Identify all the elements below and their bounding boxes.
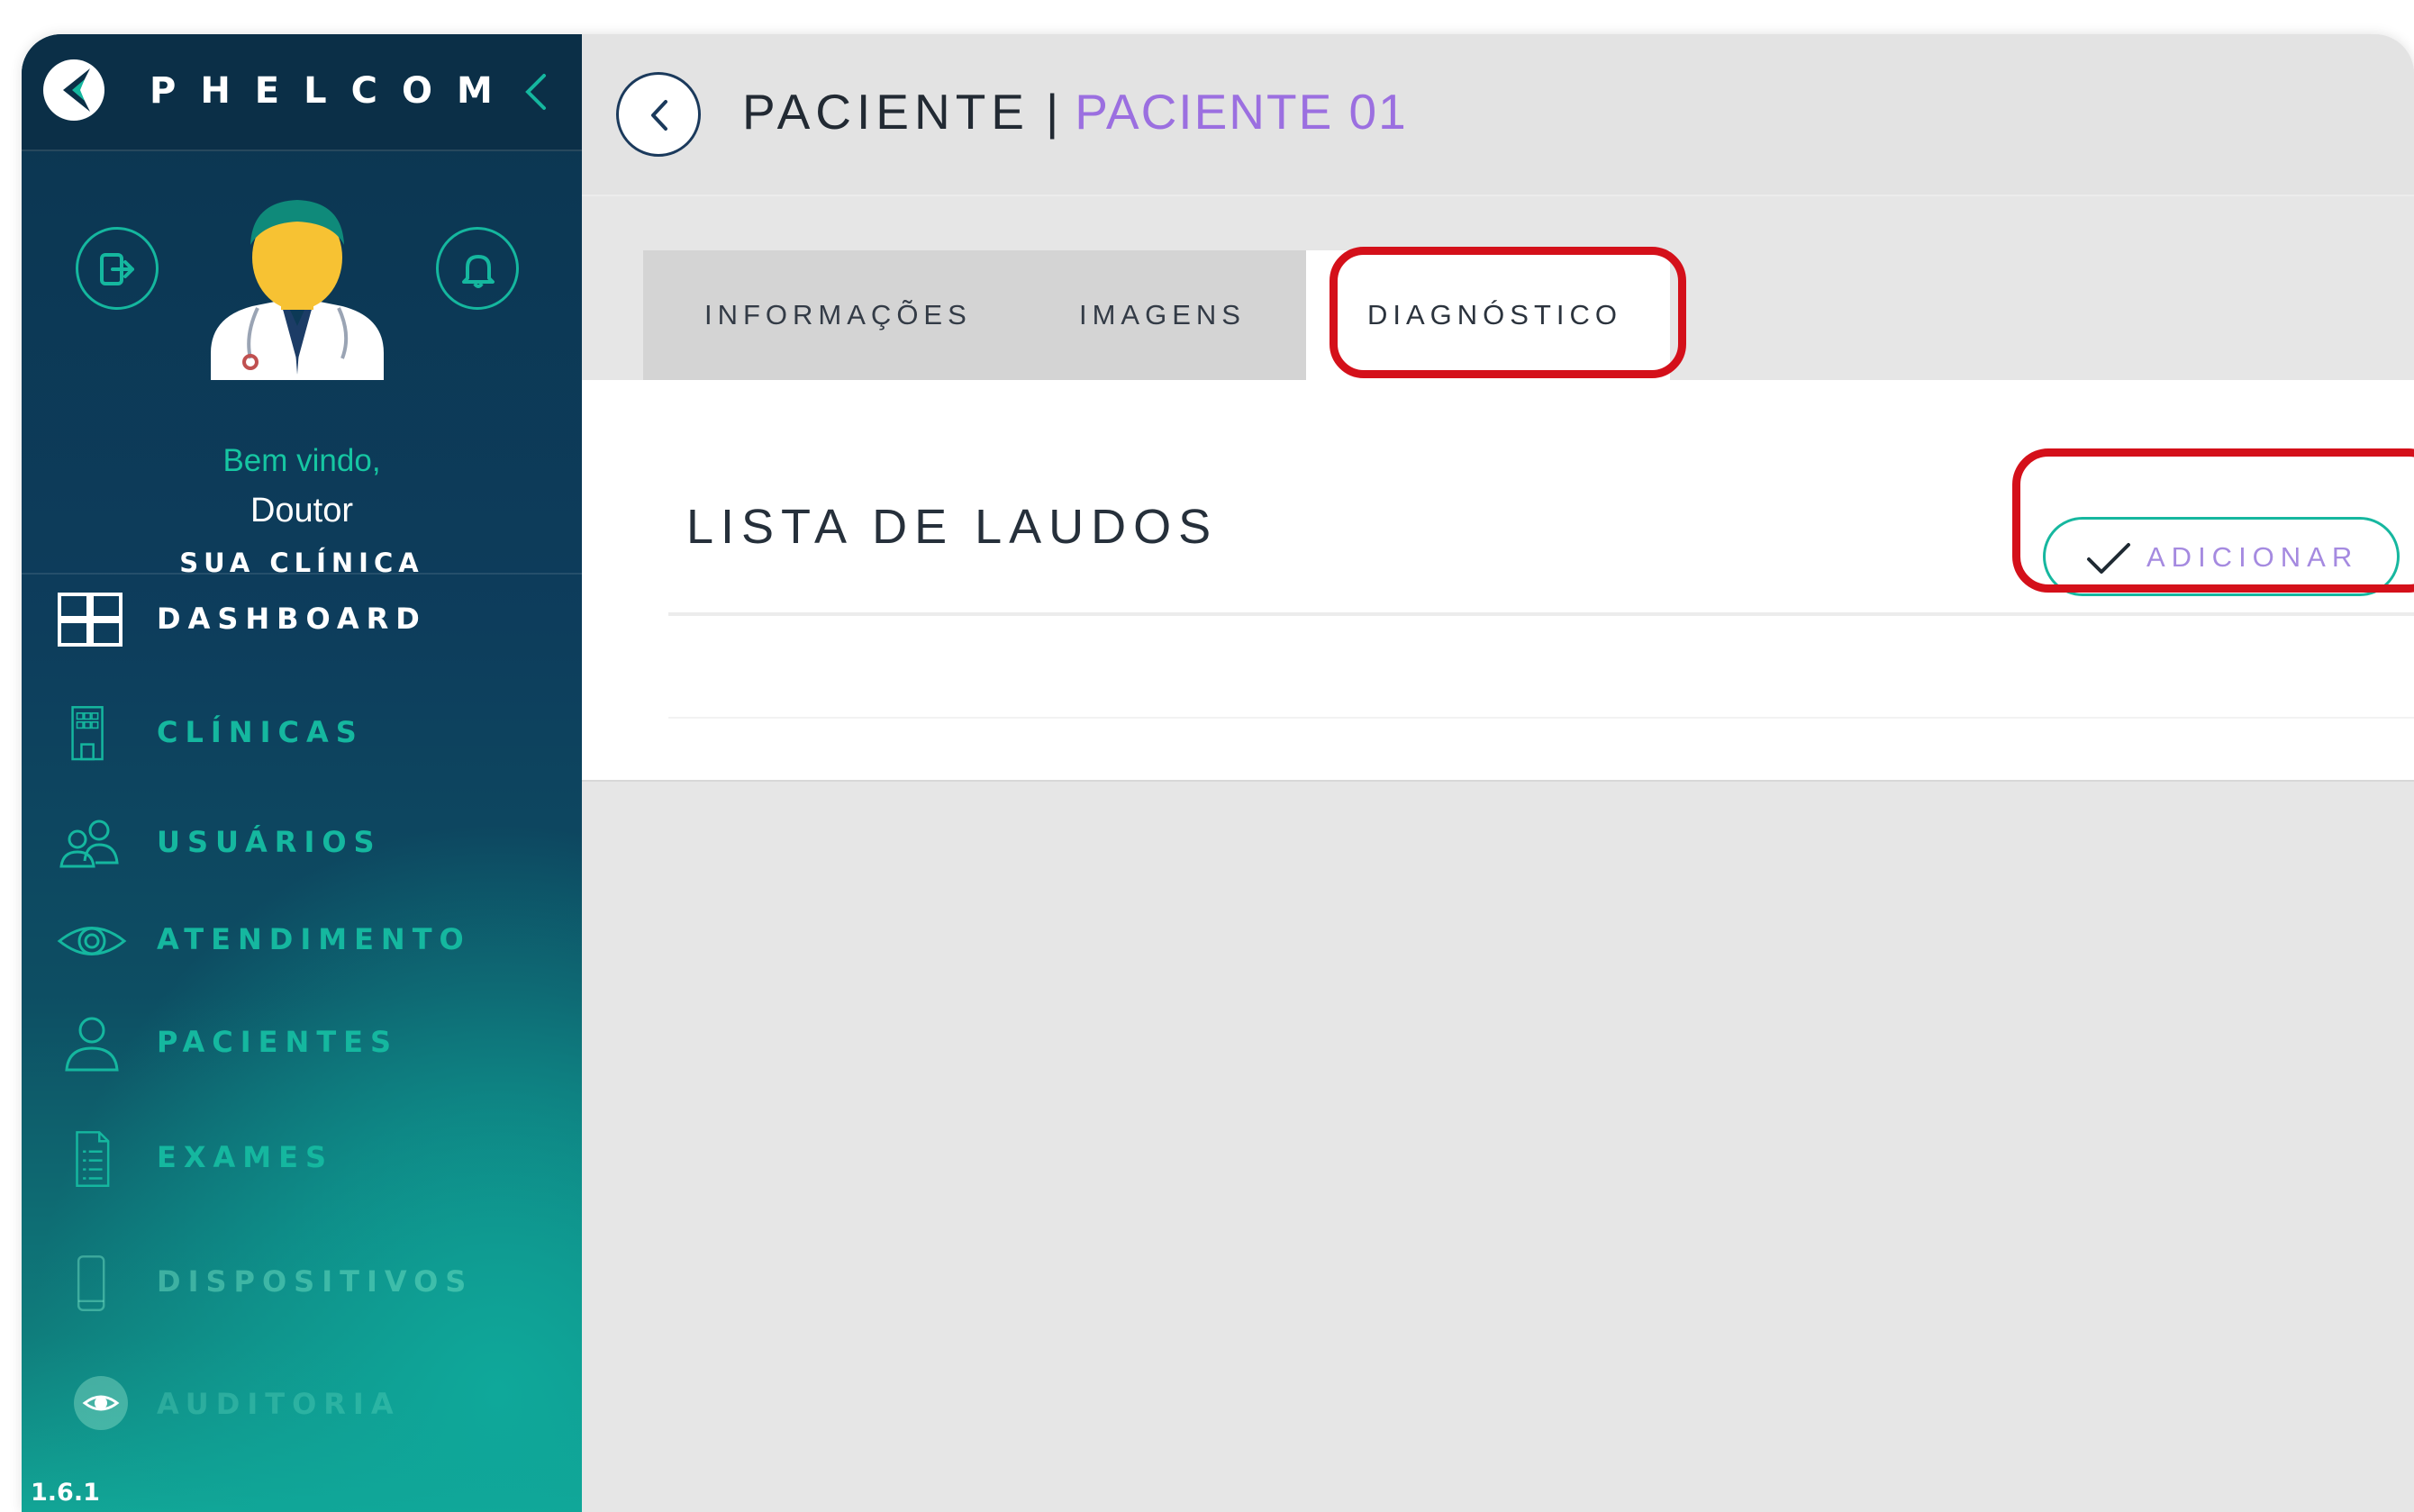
reports-list-title: LISTA DE LAUDOS bbox=[686, 500, 1219, 554]
dashboard-icon bbox=[58, 593, 123, 647]
doctor-avatar bbox=[211, 200, 384, 380]
page-header: PACIENTE | PACIENTE 01 bbox=[582, 34, 2414, 196]
add-report-button[interactable]: ADICIONAR bbox=[2043, 517, 2400, 596]
profile-section: Bem vindo, Doutor SUA CLÍNICA bbox=[22, 149, 582, 578]
sidebar-item-atendimento[interactable]: ATENDIMENTO bbox=[22, 895, 582, 985]
checkmark-icon bbox=[2087, 543, 2130, 574]
tab-imagens[interactable]: IMAGENS bbox=[1032, 250, 1306, 380]
list-divider bbox=[668, 612, 2414, 616]
tab-label: IMAGENS bbox=[1079, 299, 1246, 330]
sidebar-item-dashboard[interactable]: DASHBOARD bbox=[22, 575, 582, 665]
app-version: 1.6.1 bbox=[31, 1479, 100, 1507]
welcome-text: Bem vindo, bbox=[222, 443, 381, 478]
logo-bar: PHELCOM bbox=[22, 34, 582, 151]
sidebar-item-label: DASHBOARD bbox=[157, 602, 427, 636]
sidebar-item-label: ATENDIMENTO bbox=[157, 922, 471, 956]
page-title: PACIENTE | PACIENTE 01 bbox=[742, 83, 1408, 140]
user-name: Doutor bbox=[250, 492, 354, 530]
chevron-left-icon bbox=[651, 100, 667, 131]
title-separator: | bbox=[1045, 84, 1059, 140]
sidebar-item-label: PACIENTES bbox=[157, 1025, 399, 1059]
document-icon bbox=[76, 1131, 110, 1187]
tab-label: DIAGNÓSTICO bbox=[1367, 299, 1623, 330]
sidebar: PHELCOM Bem vindo, Doutor SUA CLÍNICA DA… bbox=[22, 34, 582, 1512]
user-icon bbox=[65, 1017, 119, 1072]
sidebar-item-exames[interactable]: EXAMES bbox=[22, 1113, 582, 1203]
users-icon bbox=[59, 819, 119, 868]
eye-filled-icon bbox=[74, 1376, 128, 1430]
sidebar-item-auditoria[interactable]: AUDITORIA bbox=[22, 1360, 582, 1450]
collapse-sidebar-icon[interactable] bbox=[513, 67, 557, 117]
notifications-button[interactable] bbox=[436, 227, 519, 310]
tab-informacoes[interactable]: INFORMAÇÕES bbox=[643, 250, 1032, 380]
logout-icon bbox=[100, 253, 134, 285]
patient-name: PACIENTE 01 bbox=[1075, 84, 1408, 140]
sidebar-item-label: EXAMES bbox=[157, 1140, 334, 1174]
building-icon bbox=[71, 706, 104, 761]
reports-panel: LISTA DE LAUDOS ADICIONAR bbox=[582, 380, 2414, 782]
sidebar-item-dispositivos[interactable]: DISPOSITIVOS bbox=[22, 1237, 582, 1327]
tab-label: INFORMAÇÕES bbox=[704, 299, 972, 330]
sidebar-item-label: USUÁRIOS bbox=[157, 825, 382, 859]
bell-icon bbox=[462, 255, 495, 288]
tab-diagnostico[interactable]: DIAGNÓSTICO bbox=[1306, 250, 1670, 380]
add-button-label: ADICIONAR bbox=[2146, 541, 2359, 573]
back-button[interactable] bbox=[616, 72, 701, 157]
app-window: PHELCOM Bem vindo, Doutor SUA CLÍNICA DA… bbox=[22, 34, 2414, 1512]
list-divider bbox=[668, 717, 2414, 719]
sidebar-item-label: DISPOSITIVOS bbox=[157, 1264, 474, 1299]
page-title-section: PACIENTE bbox=[742, 84, 1030, 140]
phelcom-logo-icon bbox=[43, 59, 104, 121]
sidebar-item-label: CLÍNICAS bbox=[157, 715, 364, 749]
logout-button[interactable] bbox=[76, 227, 159, 310]
sidebar-item-label: AUDITORIA bbox=[157, 1387, 401, 1421]
main-content: PACIENTE | PACIENTE 01 INFORMAÇÕES IMAGENS… bbox=[582, 34, 2414, 1512]
sidebar-item-clinicas[interactable]: CLÍNICAS bbox=[22, 688, 582, 778]
sidebar-item-usuarios[interactable]: USUÁRIOS bbox=[22, 798, 582, 888]
device-icon bbox=[77, 1255, 105, 1311]
sidebar-item-pacientes[interactable]: PACIENTES bbox=[22, 998, 582, 1088]
eye-icon bbox=[57, 927, 127, 955]
brand-name: PHELCOM bbox=[150, 70, 517, 112]
clinic-name: SUA CLÍNICA bbox=[179, 548, 424, 578]
